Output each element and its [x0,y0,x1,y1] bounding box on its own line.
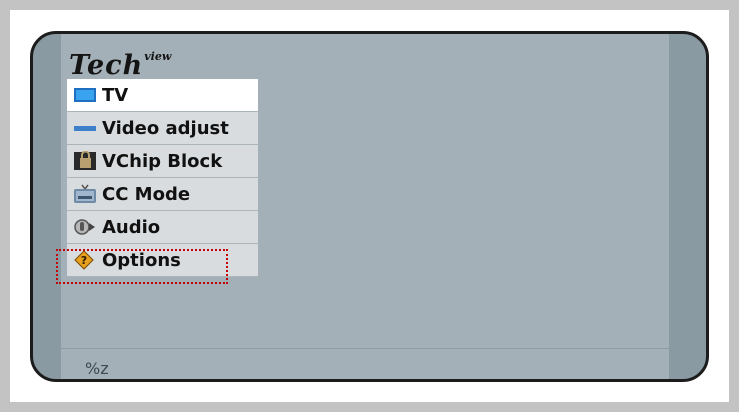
video-adjust-icon [72,118,98,138]
menu-item-audio[interactable]: Audio [67,211,258,244]
cc-mode-icon [72,184,98,204]
menu-item-label: Audio [102,216,161,238]
svg-text:?: ? [81,254,87,267]
menu-item-label: Video adjust [102,117,229,139]
logo-main: Tech [69,50,144,81]
footer-text: %z [85,359,109,378]
menu-item-vchip-block[interactable]: VChip Block [67,145,258,178]
menu-item-options[interactable]: ? Options [67,244,258,277]
audio-icon [72,217,98,237]
menu-item-label: TV [102,84,129,106]
tv-icon [72,85,98,105]
vchip-lock-icon [72,151,98,171]
logo-sup: view [144,50,172,63]
outer-frame: Techview TV Video adjust VChip Block CC … [10,10,729,402]
menu-item-label: CC Mode [102,183,191,205]
footer-divider [61,348,669,349]
techview-logo: Techview [69,50,172,81]
menu-item-cc-mode[interactable]: CC Mode [67,178,258,211]
tv-screen: Techview TV Video adjust VChip Block CC … [30,31,709,382]
menu-item-label: Options [102,249,181,271]
options-icon: ? [72,250,98,270]
osd-menu: TV Video adjust VChip Block CC Mode Audi… [67,79,258,277]
menu-item-tv[interactable]: TV [67,79,258,112]
menu-item-video-adjust[interactable]: Video adjust [67,112,258,145]
menu-item-label: VChip Block [102,150,223,172]
